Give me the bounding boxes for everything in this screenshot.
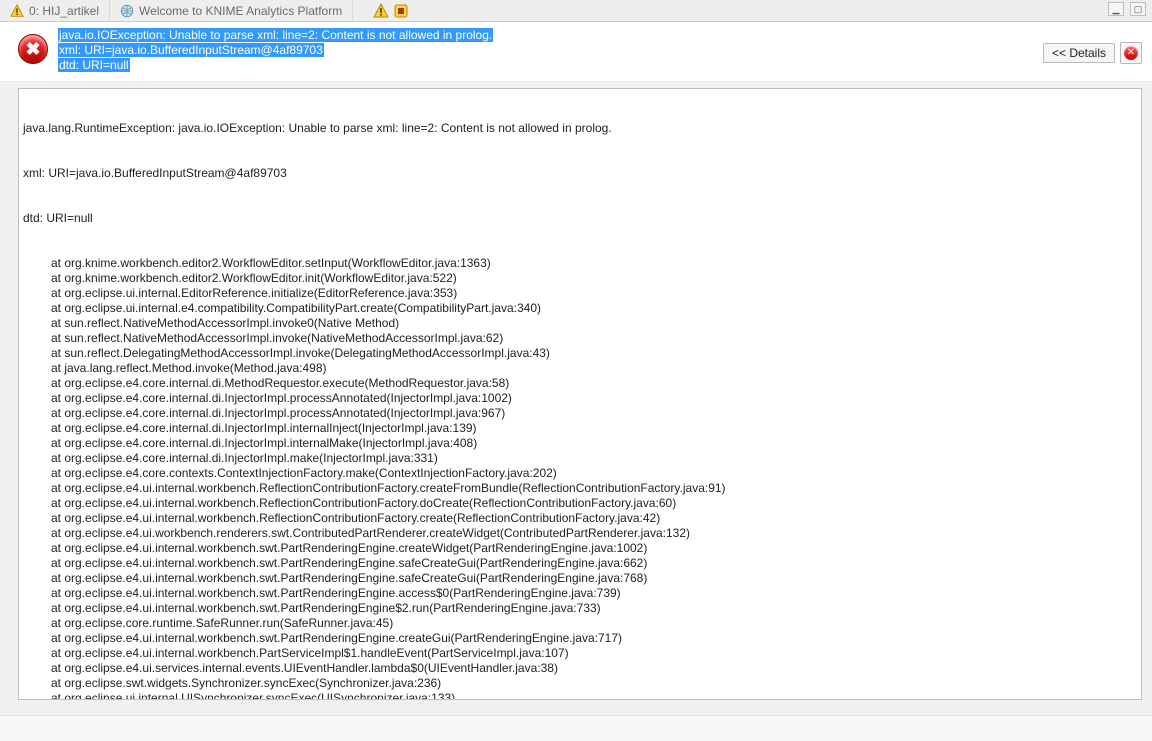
stack-frame: at org.eclipse.e4.ui.internal.workbench.…: [23, 601, 1137, 616]
stack-frame: at org.eclipse.e4.core.internal.di.Metho…: [23, 376, 1137, 391]
tab-extra-icons: [353, 3, 409, 19]
stack-trace-area[interactable]: java.lang.RuntimeException: java.io.IOEx…: [18, 88, 1142, 700]
stack-frame: at sun.reflect.DelegatingMethodAccessorI…: [23, 346, 1137, 361]
stack-frame: at org.eclipse.e4.ui.internal.workbench.…: [23, 496, 1137, 511]
stack-frame: at org.eclipse.e4.ui.internal.workbench.…: [23, 631, 1137, 646]
stack-frame: at org.eclipse.ui.internal.EditorReferen…: [23, 286, 1137, 301]
stack-frame: at java.lang.reflect.Method.invoke(Metho…: [23, 361, 1137, 376]
stack-frame: at sun.reflect.NativeMethodAccessorImpl.…: [23, 316, 1137, 331]
error-message-block: java.io.IOException: Unable to parse xml…: [58, 28, 1043, 73]
maximize-button[interactable]: ▢: [1130, 2, 1146, 16]
stop-icon[interactable]: [393, 3, 409, 19]
close-icon: ✕: [1124, 46, 1138, 60]
editor-tab-bar: 0: HIJ_artikel Welcome to KNIME Analytic…: [0, 0, 1152, 22]
stack-lines-container: at org.knime.workbench.editor2.WorkflowE…: [23, 256, 1137, 700]
stack-frame: at org.eclipse.core.runtime.SafeRunner.r…: [23, 616, 1137, 631]
stack-frame: at sun.reflect.NativeMethodAccessorImpl.…: [23, 331, 1137, 346]
status-bar: [0, 715, 1152, 741]
warning-icon[interactable]: [373, 3, 389, 19]
stack-frame: at org.eclipse.e4.core.internal.di.Injec…: [23, 436, 1137, 451]
stack-frame: at org.eclipse.e4.ui.internal.workbench.…: [23, 511, 1137, 526]
stack-frame: at org.eclipse.e4.ui.internal.workbench.…: [23, 571, 1137, 586]
tab-welcome[interactable]: Welcome to KNIME Analytics Platform: [110, 0, 353, 21]
tab-label: Welcome to KNIME Analytics Platform: [139, 4, 342, 18]
stack-header-1: java.lang.RuntimeException: java.io.IOEx…: [23, 121, 1137, 136]
stack-frame: at org.eclipse.e4.core.internal.di.Injec…: [23, 391, 1137, 406]
stack-frame: at org.knime.workbench.editor2.WorkflowE…: [23, 256, 1137, 271]
error-toolbar: << Details ✕: [1043, 42, 1142, 64]
stack-frame: at org.eclipse.e4.ui.workbench.renderers…: [23, 526, 1137, 541]
minimize-button[interactable]: ▁: [1108, 2, 1124, 16]
window-controls: ▁ ▢: [1108, 2, 1146, 16]
stack-frame: at org.eclipse.e4.ui.services.internal.e…: [23, 661, 1137, 676]
stack-header-2: xml: URI=java.io.BufferedInputStream@4af…: [23, 166, 1137, 181]
stack-frame: at org.eclipse.e4.ui.internal.workbench.…: [23, 556, 1137, 571]
stack-frame: at org.eclipse.ui.internal.UISynchronize…: [23, 691, 1137, 700]
stack-frame: at org.eclipse.swt.widgets.Synchronizer.…: [23, 676, 1137, 691]
stack-frame: at org.eclipse.e4.core.internal.di.Injec…: [23, 451, 1137, 466]
stack-frame: at org.eclipse.e4.core.contexts.ContextI…: [23, 466, 1137, 481]
tab-label: 0: HIJ_artikel: [29, 4, 99, 18]
dismiss-error-button[interactable]: ✕: [1120, 42, 1142, 64]
error-line-2: xml: URI=java.io.BufferedInputStream@4af…: [58, 43, 324, 57]
stack-frame: at org.eclipse.e4.ui.internal.workbench.…: [23, 541, 1137, 556]
stack-header-3: dtd: URI=null: [23, 211, 1137, 226]
stack-frame: at org.eclipse.ui.internal.e4.compatibil…: [23, 301, 1137, 316]
stack-frame: at org.eclipse.e4.ui.internal.workbench.…: [23, 646, 1137, 661]
error-line-1: java.io.IOException: Unable to parse xml…: [58, 28, 493, 42]
globe-icon: [120, 4, 134, 18]
stack-frame: at org.knime.workbench.editor2.WorkflowE…: [23, 271, 1137, 286]
details-button[interactable]: << Details: [1043, 43, 1115, 63]
stack-frame: at org.eclipse.e4.ui.internal.workbench.…: [23, 481, 1137, 496]
warning-icon: [10, 4, 24, 18]
error-line-3: dtd: URI=null: [58, 58, 130, 72]
error-icon: ✖: [18, 34, 48, 64]
tab-hij-artikel[interactable]: 0: HIJ_artikel: [0, 0, 110, 21]
stack-frame: at org.eclipse.e4.core.internal.di.Injec…: [23, 406, 1137, 421]
stack-frame: at org.eclipse.e4.core.internal.di.Injec…: [23, 421, 1137, 436]
stack-frame: at org.eclipse.e4.ui.internal.workbench.…: [23, 586, 1137, 601]
error-summary-panel: ✖ java.io.IOException: Unable to parse x…: [0, 22, 1152, 82]
